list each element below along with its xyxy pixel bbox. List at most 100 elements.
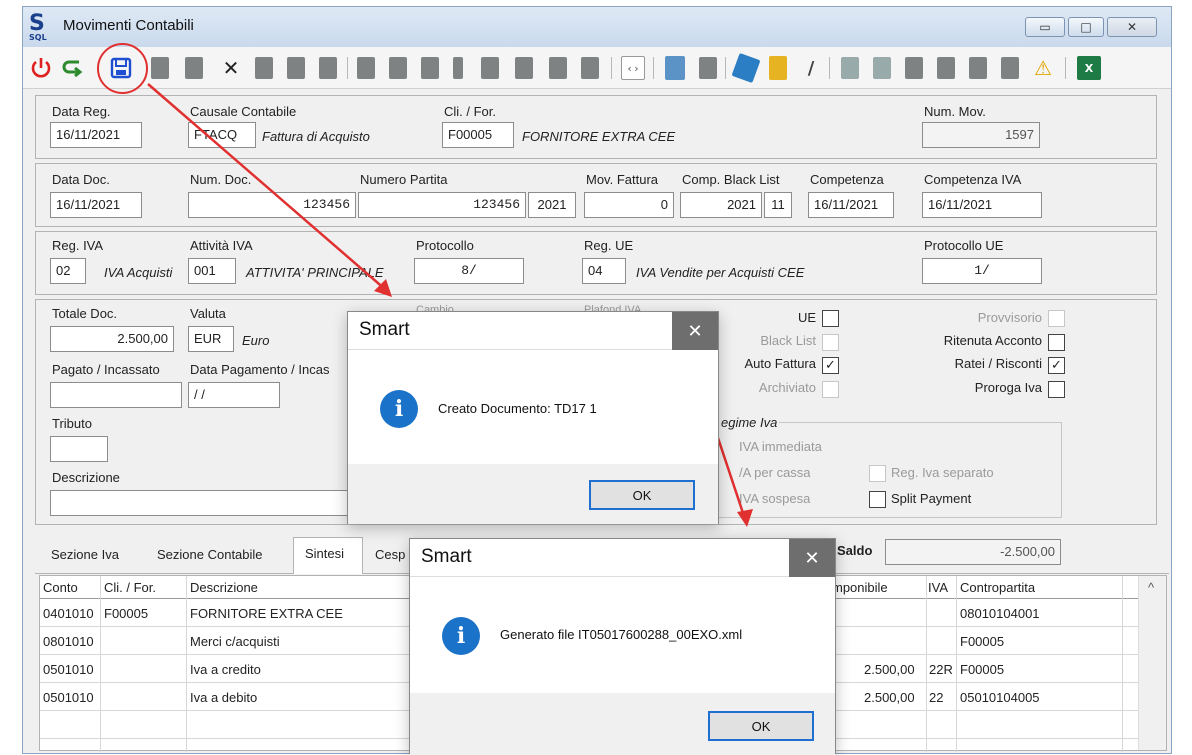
num-doc-field[interactable]: 123456 xyxy=(188,192,356,218)
dialog1-close-button[interactable]: ✕ xyxy=(672,312,718,350)
info-icon: i xyxy=(380,390,418,428)
num-partita-year-field[interactable]: 2021 xyxy=(528,192,576,218)
proroga-checkbox[interactable] xyxy=(1048,381,1065,398)
dialog1-ok-button[interactable]: OK xyxy=(589,480,695,510)
document-icon[interactable] xyxy=(549,57,567,79)
car-icon[interactable] xyxy=(319,57,337,79)
warning-icon[interactable]: ⚠ xyxy=(1031,56,1055,80)
causale-code-field[interactable]: FTACQ xyxy=(188,122,256,148)
comment-icon[interactable] xyxy=(969,57,987,79)
ue-checkbox[interactable] xyxy=(822,310,839,327)
competenza-label: Competenza xyxy=(810,172,884,187)
home-icon[interactable] xyxy=(421,57,439,79)
attivita-iva-description: ATTIVITA' PRINCIPALE xyxy=(246,265,384,280)
header-conto[interactable]: Conto xyxy=(43,580,78,595)
archiviato-checkbox xyxy=(822,381,839,398)
copy-icon[interactable] xyxy=(151,57,169,79)
title-bar[interactable]: S SQL Movimenti Contabili ▭ □ ✕ xyxy=(23,7,1171,47)
cli-for-name: FORNITORE EXTRA CEE xyxy=(522,129,676,144)
duplicate-icon[interactable] xyxy=(255,57,273,79)
chat-icon[interactable] xyxy=(841,57,859,79)
previous-record-icon[interactable] xyxy=(389,57,407,79)
calendar-icon[interactable] xyxy=(515,57,533,79)
auto-fattura-checkbox[interactable]: ✓ xyxy=(822,357,839,374)
close-window-button[interactable]: ✕ xyxy=(1107,17,1157,37)
competenza-iva-field[interactable]: 16/11/2021 xyxy=(922,192,1042,218)
data-pagamento-field[interactable]: / / xyxy=(188,382,280,408)
pagato-field[interactable] xyxy=(50,382,182,408)
settings-icon[interactable] xyxy=(873,57,891,79)
regime-cassa-option[interactable]: /A per cassa xyxy=(739,465,811,480)
grid-scrollbar[interactable]: ^ xyxy=(1138,576,1166,750)
black-list-month-field[interactable]: 11 xyxy=(764,192,792,218)
book-icon[interactable] xyxy=(581,57,599,79)
reg-iva-description: IVA Acquisti xyxy=(104,265,173,280)
split-payment-checkbox[interactable] xyxy=(869,491,886,508)
first-record-icon[interactable] xyxy=(357,57,375,79)
report-icon[interactable] xyxy=(905,57,923,79)
archiviato-label: Archiviato xyxy=(758,380,816,395)
data-reg-label: Data Reg. xyxy=(52,104,111,119)
totale-doc-field[interactable]: 2.500,00 xyxy=(50,326,174,352)
dialog2-title-bar[interactable]: Smart ✕ xyxy=(410,539,835,577)
tributo-field[interactable] xyxy=(50,436,108,462)
table-icon[interactable] xyxy=(1001,57,1019,79)
header-imponibile[interactable]: mponibile xyxy=(832,580,888,595)
minimize-icon: ▭ xyxy=(1039,20,1051,34)
header-descrizione[interactable]: Descrizione xyxy=(190,580,258,595)
bookmark-icon[interactable] xyxy=(453,57,463,79)
num-partita-field[interactable]: 123456 xyxy=(358,192,526,218)
data-reg-field[interactable]: 16/11/2021 xyxy=(50,122,142,148)
tab-cespiti[interactable]: Cesp xyxy=(375,547,405,562)
header-contropartita[interactable]: Contropartita xyxy=(960,580,1035,595)
header-cli-for[interactable]: Cli. / For. xyxy=(104,580,156,595)
data-doc-field[interactable]: 16/11/2021 xyxy=(50,192,142,218)
dialog2-ok-button[interactable]: OK xyxy=(708,711,814,741)
regime-sospesa-option[interactable]: IVA sospesa xyxy=(739,491,810,506)
header-iva[interactable]: IVA xyxy=(928,580,948,595)
edit-icon[interactable]: / xyxy=(799,56,823,80)
next-record-icon[interactable] xyxy=(481,57,499,79)
provvisorio-label: Provvisorio xyxy=(977,310,1042,325)
black-list-year-field[interactable]: 2021 xyxy=(680,192,762,218)
exit-icon[interactable] xyxy=(61,56,85,80)
regime-immediata-option[interactable]: IVA immediata xyxy=(739,439,822,454)
lock-icon[interactable] xyxy=(937,57,955,79)
toolbar: ✕ ‹› / ⚠ X xyxy=(23,47,1171,89)
power-icon[interactable] xyxy=(29,56,53,80)
scroll-up-icon[interactable]: ^ xyxy=(1148,580,1154,595)
reg-iva-code-field[interactable]: 02 xyxy=(50,258,86,284)
protocollo-field[interactable]: 8/ xyxy=(414,258,524,284)
delete-icon[interactable]: ✕ xyxy=(219,56,243,80)
dialog1-title-bar[interactable]: Smart ✕ xyxy=(348,312,718,350)
excel-icon[interactable]: X xyxy=(1077,56,1101,80)
dialog2-close-button[interactable]: ✕ xyxy=(789,539,835,577)
protocollo-ue-field[interactable]: 1/ xyxy=(922,258,1042,284)
ritenuta-checkbox[interactable] xyxy=(1048,334,1065,351)
archive-icon[interactable] xyxy=(769,56,787,80)
reg-ue-code-field[interactable]: 04 xyxy=(582,258,626,284)
tab-sezione-iva[interactable]: Sezione Iva xyxy=(51,547,119,562)
folder-icon[interactable] xyxy=(699,57,717,79)
descrizione-field[interactable] xyxy=(50,490,350,516)
ratei-checkbox[interactable]: ✓ xyxy=(1048,357,1065,374)
info-icon: i xyxy=(442,617,480,655)
print-icon[interactable] xyxy=(665,56,685,80)
ritenuta-label: Ritenuta Acconto xyxy=(943,333,1042,348)
tributo-label: Tributo xyxy=(52,416,92,431)
cli-for-code-field[interactable]: F00005 xyxy=(442,122,514,148)
maximize-button[interactable]: □ xyxy=(1068,17,1104,37)
code-icon[interactable]: ‹› xyxy=(621,56,645,80)
valuta-code-field[interactable]: EUR xyxy=(188,326,234,352)
tab-sezione-contabile[interactable]: Sezione Contabile xyxy=(157,547,263,562)
paste-icon[interactable] xyxy=(185,57,203,79)
minimize-button[interactable]: ▭ xyxy=(1025,17,1065,37)
send-icon[interactable] xyxy=(731,52,761,84)
competenza-field[interactable]: 16/11/2021 xyxy=(808,192,894,218)
provvisorio-checkbox xyxy=(1048,310,1065,327)
dialog2-title: Smart xyxy=(421,546,472,567)
attivita-iva-code-field[interactable]: 001 xyxy=(188,258,236,284)
tab-sintesi[interactable]: Sintesi xyxy=(293,537,363,574)
mov-fattura-field[interactable]: 0 xyxy=(584,192,674,218)
search-icon[interactable] xyxy=(287,57,305,79)
